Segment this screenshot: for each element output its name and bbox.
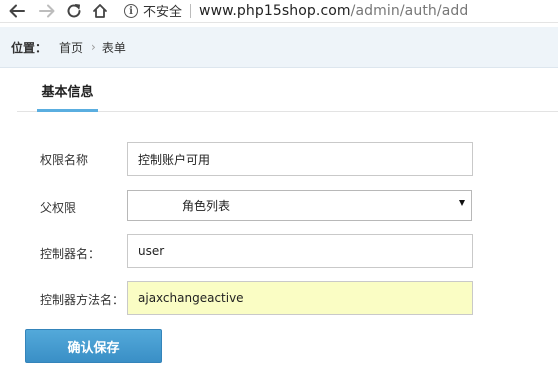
tab-strip: 基本信息	[17, 78, 558, 112]
parent-permission-label: 父权限	[40, 201, 77, 215]
address-separator	[190, 3, 192, 18]
info-icon[interactable]: i	[124, 3, 138, 18]
save-button[interactable]: 确认保存	[25, 329, 162, 363]
reload-icon	[67, 4, 81, 18]
controller-name-input[interactable]: user	[127, 234, 473, 268]
browser-toolbar: i 不安全 www.php15shop.com/admin/auth/add	[0, 0, 558, 23]
forward-button[interactable]	[37, 1, 57, 21]
breadcrumb-label: 位置：	[11, 40, 48, 55]
home-icon	[93, 4, 107, 18]
back-arrow-icon	[9, 4, 25, 18]
home-button[interactable]	[90, 1, 110, 21]
forward-arrow-icon	[39, 4, 55, 18]
permission-name-input[interactable]: 控制账户可用	[127, 142, 473, 176]
url-path: /admin/auth/add	[350, 2, 469, 19]
address-bar[interactable]: i 不安全 www.php15shop.com/admin/auth/add	[116, 0, 558, 21]
controller-method-label: 控制器方法名：	[40, 293, 125, 307]
chevron-down-icon	[459, 200, 465, 206]
breadcrumb-separator: ›	[91, 40, 96, 54]
breadcrumb: 位置： 首页 › 表单	[0, 27, 558, 68]
permission-name-label: 权限名称	[40, 153, 89, 167]
tab-basic-info[interactable]: 基本信息	[37, 78, 98, 112]
controller-method-input[interactable]: ajaxchangeactive	[127, 281, 473, 315]
breadcrumb-current: 表单	[101, 40, 126, 55]
parent-permission-selected: 角色列表	[182, 199, 231, 213]
reload-button[interactable]	[64, 1, 84, 21]
parent-permission-select[interactable]: 角色列表	[127, 190, 472, 221]
security-label: 不安全	[143, 5, 183, 20]
controller-name-label: 控制器名：	[40, 247, 101, 261]
breadcrumb-home-link[interactable]: 首页	[59, 39, 83, 56]
back-button[interactable]	[7, 1, 27, 21]
url-text: www.php15shop.com/admin/auth/add	[199, 3, 468, 19]
url-domain: www.php15shop.com	[199, 2, 351, 19]
